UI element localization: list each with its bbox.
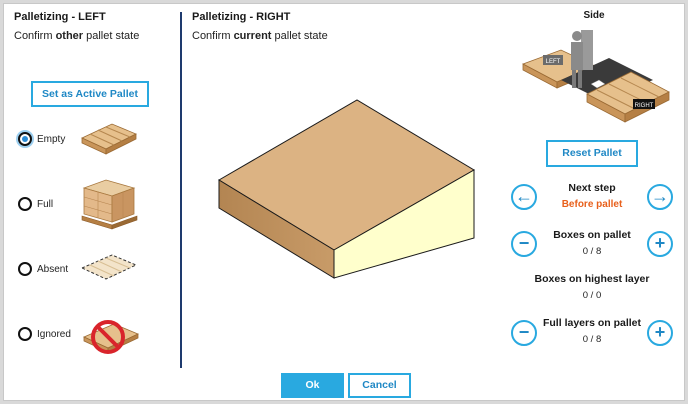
side-right-tag: RIGHT bbox=[635, 103, 654, 109]
minus-icon: − bbox=[518, 233, 530, 253]
next-step-value: Before pallet bbox=[561, 199, 623, 210]
option-empty[interactable]: Empty bbox=[18, 128, 65, 150]
option-empty-label: Empty bbox=[37, 133, 66, 145]
boxes-increment-button[interactable]: + bbox=[647, 231, 673, 257]
set-active-pallet-button[interactable]: Set as Active Pallet bbox=[31, 81, 149, 107]
option-absent[interactable]: Absent bbox=[18, 258, 68, 280]
option-full[interactable]: Full bbox=[18, 193, 53, 215]
left-subtitle-post: pallet state bbox=[83, 30, 140, 42]
radio-ignored[interactable] bbox=[18, 327, 32, 341]
right-subtitle-pre: Confirm bbox=[192, 30, 234, 42]
side-left-tag: LEFT bbox=[546, 59, 561, 65]
plus-icon: + bbox=[654, 233, 666, 253]
option-ignored-label: Ignored bbox=[37, 328, 71, 340]
option-absent-label: Absent bbox=[37, 263, 69, 275]
left-subtitle-bold: other bbox=[55, 30, 84, 42]
boxes-on-pallet-title: Boxes on pallet bbox=[553, 229, 631, 241]
option-full-label: Full bbox=[37, 198, 54, 210]
left-subtitle-pre: Confirm bbox=[14, 30, 56, 42]
boxes-on-pallet-value: 0 / 8 bbox=[582, 246, 602, 257]
absent-pallet-icon bbox=[80, 254, 138, 280]
radio-absent[interactable] bbox=[18, 262, 32, 276]
next-step-title: Next step bbox=[568, 182, 616, 194]
pallet-3d-view bbox=[218, 99, 475, 279]
next-step-button[interactable]: → bbox=[647, 184, 673, 210]
plus-icon: + bbox=[654, 322, 666, 342]
right-pane-subtitle: Confirm current pallet state bbox=[192, 30, 328, 42]
left-pallet-pane: Palletizing - LEFT Confirm other pallet … bbox=[4, 4, 180, 368]
full-pallet-icon bbox=[81, 179, 138, 230]
ok-button[interactable]: Ok bbox=[281, 373, 344, 398]
previous-step-button[interactable]: ← bbox=[511, 184, 537, 210]
arrow-right-icon: → bbox=[651, 186, 669, 206]
minus-icon: − bbox=[518, 322, 530, 342]
pane-divider bbox=[180, 12, 182, 368]
side-label: Side bbox=[583, 10, 605, 21]
reset-pallet-button[interactable]: Reset Pallet bbox=[546, 140, 638, 167]
option-ignored[interactable]: Ignored bbox=[18, 323, 71, 345]
boxes-decrement-button[interactable]: − bbox=[511, 231, 537, 257]
ignored-pallet-icon bbox=[83, 320, 139, 354]
side-view-illustration: LEFT RIGHT bbox=[522, 30, 670, 123]
arrow-left-icon: ← bbox=[515, 186, 533, 206]
radio-empty[interactable] bbox=[18, 132, 32, 146]
right-subtitle-bold: current bbox=[233, 30, 272, 42]
layers-increment-button[interactable]: + bbox=[647, 320, 673, 346]
boxes-top-layer-value: 0 / 0 bbox=[582, 290, 602, 301]
full-layers-value: 0 / 8 bbox=[582, 334, 602, 345]
empty-pallet-icon bbox=[81, 123, 137, 155]
radio-full[interactable] bbox=[18, 197, 32, 211]
left-pane-title: Palletizing - LEFT bbox=[14, 11, 106, 23]
cancel-button[interactable]: Cancel bbox=[348, 373, 411, 398]
right-pane-title: Palletizing - RIGHT bbox=[192, 11, 291, 23]
left-pane-subtitle: Confirm other pallet state bbox=[14, 30, 139, 42]
full-layers-title: Full layers on pallet bbox=[542, 317, 642, 329]
right-subtitle-post: pallet state bbox=[271, 30, 328, 42]
palletizing-dialog: Palletizing - LEFT Confirm other pallet … bbox=[3, 3, 685, 401]
boxes-top-layer-title: Boxes on highest layer bbox=[534, 273, 650, 285]
